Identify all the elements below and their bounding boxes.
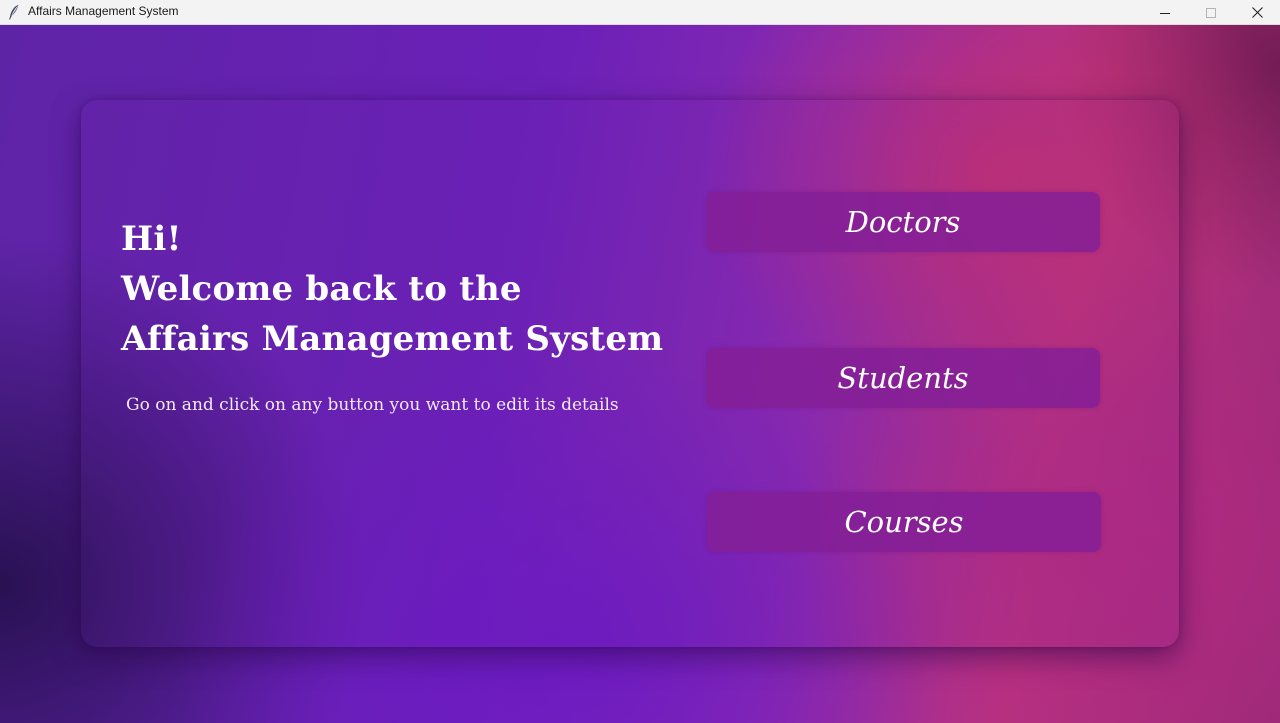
doctors-button[interactable]: Doctors	[706, 192, 1100, 252]
welcome-heading: Hi! Welcome back to the Affairs Manageme…	[121, 214, 663, 364]
feather-icon	[8, 4, 20, 20]
students-button[interactable]: Students	[706, 348, 1100, 408]
minimize-button[interactable]	[1142, 0, 1188, 25]
close-button[interactable]	[1234, 0, 1280, 25]
maximize-icon	[1206, 3, 1216, 22]
welcome-line-greeting: Hi!	[121, 219, 182, 259]
welcome-subtitle: Go on and click on any button you want t…	[126, 395, 619, 415]
close-icon	[1251, 3, 1263, 22]
welcome-line-system: Affairs Management System	[121, 319, 664, 359]
maximize-button[interactable]	[1188, 0, 1234, 25]
courses-button[interactable]: Courses	[707, 492, 1101, 552]
app-window: Affairs Management System Hi! Welcome ba…	[0, 0, 1280, 723]
welcome-line-back: Welcome back to the	[121, 269, 522, 309]
doctors-button-label: Doctors	[845, 205, 961, 239]
title-bar[interactable]: Affairs Management System	[0, 0, 1280, 25]
minimize-icon	[1160, 3, 1170, 22]
students-button-label: Students	[837, 361, 969, 395]
courses-button-label: Courses	[844, 505, 964, 539]
window-title: Affairs Management System	[28, 4, 179, 18]
